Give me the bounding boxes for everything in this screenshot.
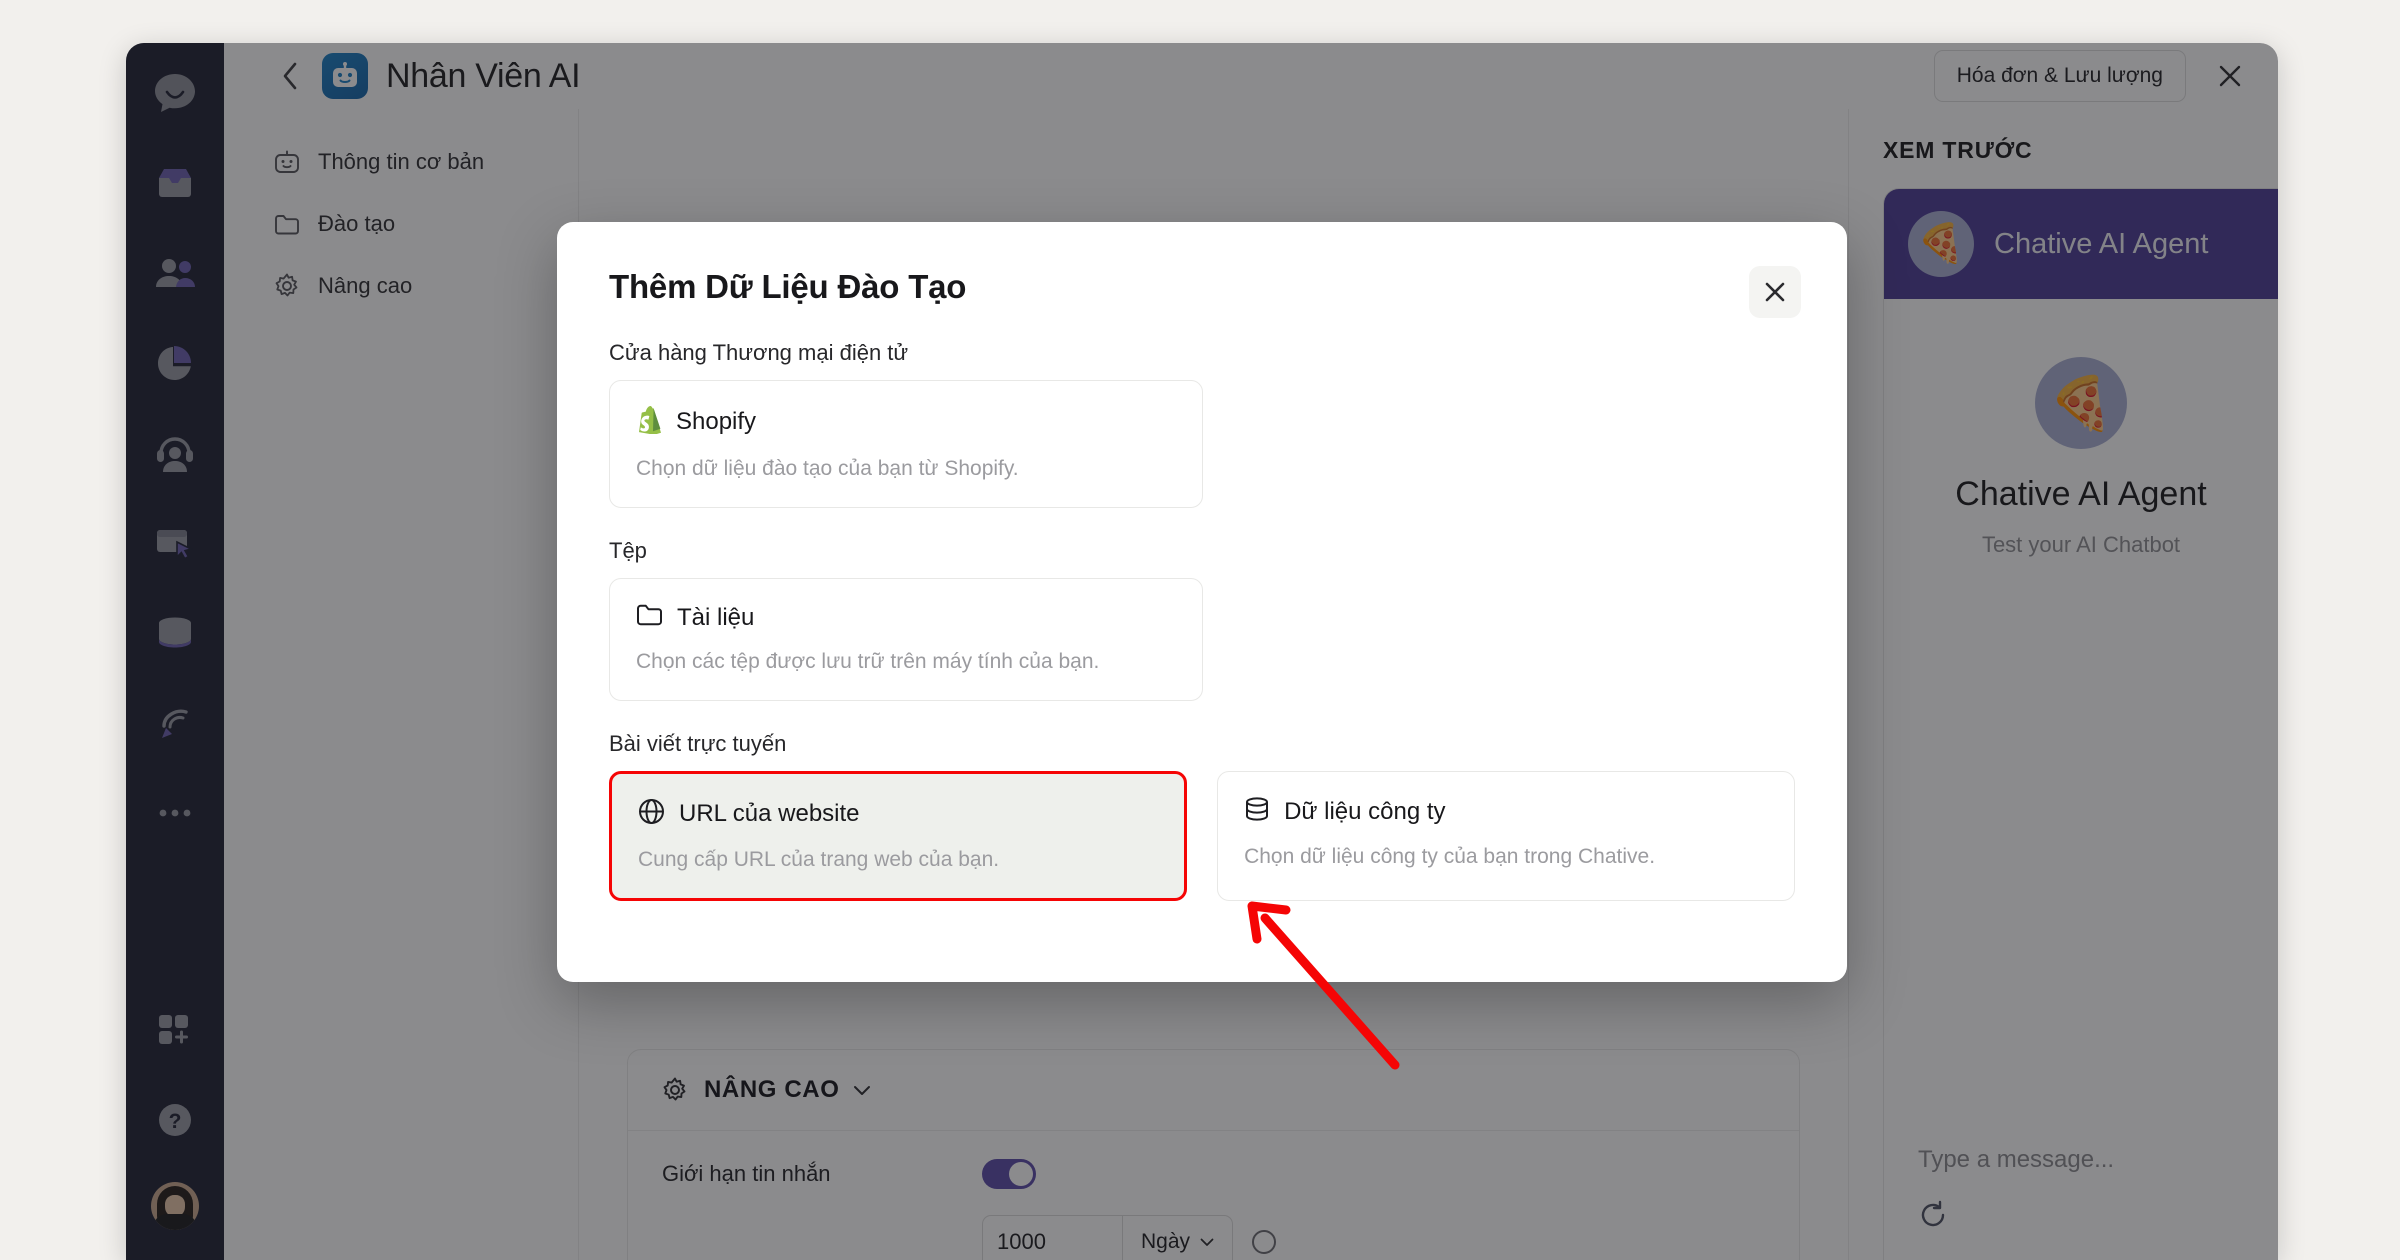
option-description: Cung cấp URL của trang web của bạn. (638, 848, 1000, 871)
section-label-online-articles: Bài viết trực tuyến (609, 731, 787, 756)
option-title: Shopify (676, 408, 757, 435)
option-documents[interactable]: Tài liệu Chọn các tệp được lưu trữ trên … (609, 578, 1203, 701)
option-title: Tài liệu (677, 603, 755, 631)
online-options-row: URL của website Cung cấp URL của trang w… (609, 771, 1795, 901)
option-title: URL của website (679, 800, 860, 827)
shopify-icon (636, 405, 662, 439)
option-website-url[interactable]: URL của website Cung cấp URL của trang w… (609, 771, 1188, 901)
option-header: URL của website (638, 798, 1158, 830)
globe-icon (638, 798, 665, 830)
close-icon (1765, 282, 1785, 302)
modal-title: Thêm Dữ Liệu Đào Tạo (609, 268, 967, 305)
option-description: Chọn dữ liệu công ty của bạn trong Chati… (1244, 845, 1656, 868)
modal-close-button[interactable] (1749, 266, 1801, 318)
add-training-data-modal: Thêm Dữ Liệu Đào Tạo Cửa hàng Thương mại… (557, 222, 1847, 982)
section-label-ecommerce: Cửa hàng Thương mại điện tử (609, 340, 909, 365)
option-header: Shopify (636, 405, 1176, 439)
option-title: Dữ liệu công ty (1284, 797, 1446, 825)
option-header: Tài liệu (636, 603, 1176, 632)
database-icon (1244, 796, 1270, 827)
option-description: Chọn dữ liệu đào tạo của bạn từ Shopify. (636, 457, 1019, 480)
option-shopify[interactable]: Shopify Chọn dữ liệu đào tạo của bạn từ … (609, 380, 1203, 508)
option-description: Chọn các tệp được lưu trữ trên máy tính … (636, 650, 1100, 673)
screen: ? Nhân Viên AI Hóa đơn & Lưu lượng (0, 0, 2400, 1260)
section-label-files: Tệp (609, 538, 647, 563)
option-company-data[interactable]: Dữ liệu công ty Chọn dữ liệu công ty của… (1217, 771, 1795, 901)
option-header: Dữ liệu công ty (1244, 796, 1768, 827)
folder-icon (636, 603, 663, 632)
